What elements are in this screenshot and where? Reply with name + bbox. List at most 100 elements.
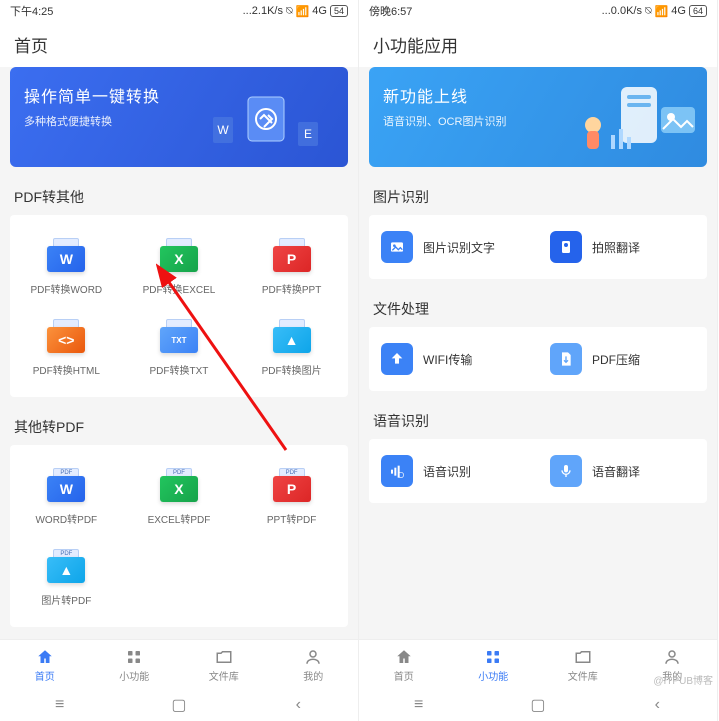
status-signal: 4G (671, 5, 686, 17)
banner-decoration: W E (208, 87, 328, 157)
feature-icon (550, 455, 582, 487)
status-right: ...2.1K/s ⍉ 📶 4G 54 (243, 5, 348, 18)
list-section: WIFI传输 PDF压缩 (369, 327, 707, 391)
banner[interactable]: 新功能上线 语音识别、OCR图片识别 (369, 67, 707, 167)
list-item[interactable]: 语音翻译 (538, 445, 707, 497)
banner[interactable]: 操作简单一键转换 多种格式便捷转换 W E (10, 67, 348, 167)
feature-icon (381, 231, 413, 263)
nav-icon (35, 647, 55, 667)
banner-decoration (551, 79, 701, 159)
grid-item[interactable]: ▲ PDF转换图片 (235, 306, 348, 387)
list-item-label: 语音翻译 (592, 463, 640, 480)
list-item[interactable]: 语音识别 (369, 445, 538, 497)
grid-item-label: PDF转换TXT (150, 362, 209, 377)
list-item[interactable]: WIFI传输 (369, 333, 538, 385)
grid-item[interactable]: <> PDF转换HTML (10, 306, 123, 387)
grid-item[interactable]: X PDF转换EXCEL (123, 225, 236, 306)
nav-icon (124, 647, 144, 667)
status-time: 傍晚6:57 (369, 3, 412, 19)
nav-icon (573, 647, 593, 667)
screen-right: 傍晚6:57 ...0.0K/s ⍉ 📶 4G 64 小功能应用 新功能上线 语… (359, 0, 718, 721)
status-battery: 54 (330, 5, 348, 17)
nav-label: 我的 (303, 668, 323, 683)
list-item-label: 拍照翻译 (592, 239, 640, 256)
nav-label: 首页 (394, 668, 414, 683)
file-icon: PDF W (46, 465, 86, 505)
nav-item[interactable]: 文件库 (179, 640, 269, 689)
list-item-label: 语音识别 (423, 463, 471, 480)
grid-item[interactable]: PDF W WORD转PDF (10, 455, 123, 536)
signal-icon: 📶 (655, 5, 669, 18)
grid-item[interactable]: PDF P PPT转PDF (235, 455, 348, 536)
nav-item[interactable]: 小功能 (90, 640, 180, 689)
home-icon[interactable]: ▢ (529, 696, 547, 714)
menu-icon[interactable]: ≡ (51, 696, 69, 714)
list-section: 图片识别文字 拍照翻译 (369, 215, 707, 279)
grid-item-label: PDF转换WORD (30, 281, 102, 296)
section-title: 文件处理 (359, 289, 717, 327)
watermark: @ITPUB博客 (653, 672, 713, 687)
grid-item-label: PDF转换PPT (262, 281, 321, 296)
back-icon[interactable]: ‹ (648, 696, 666, 714)
file-icon: X (159, 235, 199, 275)
nav-item[interactable]: 首页 (359, 640, 449, 689)
file-icon: <> (46, 316, 86, 356)
list-item[interactable]: PDF压缩 (538, 333, 707, 385)
nav-label: 文件库 (209, 668, 239, 683)
nav-item[interactable]: 我的 (269, 640, 359, 689)
system-nav: ≡ ▢ ‹ (359, 689, 717, 721)
no-sound-icon: ⍉ (286, 5, 293, 18)
screen-left: 下午4:25 ...2.1K/s ⍉ 📶 4G 54 首页 操作简单一键转换 多… (0, 0, 359, 721)
section-title: 图片识别 (359, 177, 717, 215)
grid-item[interactable]: TXT PDF转换TXT (123, 306, 236, 387)
svg-text:W: W (217, 123, 229, 137)
content-right: 新功能上线 语音识别、OCR图片识别 图片识别 (359, 67, 717, 639)
grid-pdf-to: W PDF转换WORD X PDF转换EXCEL P PDF转换PPT <> P… (10, 215, 348, 397)
nav-icon (662, 647, 682, 667)
nav-icon (214, 647, 234, 667)
section-title-pdf-to: PDF转其他 (0, 177, 358, 215)
nav-icon (394, 647, 414, 667)
home-icon[interactable]: ▢ (170, 696, 188, 714)
nav-item[interactable]: 小功能 (449, 640, 539, 689)
grid-item[interactable]: PDF ▲ 图片转PDF (10, 536, 123, 617)
file-icon: P (272, 235, 312, 275)
section-title: 语音识别 (359, 401, 717, 439)
nav-icon (483, 647, 503, 667)
file-icon: ▲ (272, 316, 312, 356)
grid-item-label: EXCEL转PDF (148, 511, 211, 526)
status-bar: 下午4:25 ...2.1K/s ⍉ 📶 4G 54 (0, 0, 358, 22)
grid-item[interactable]: P PDF转换PPT (235, 225, 348, 306)
feature-icon (381, 343, 413, 375)
status-net: ...0.0K/s (602, 5, 642, 17)
nav-item[interactable]: 首页 (0, 640, 90, 689)
list-item-label: WIFI传输 (423, 351, 472, 368)
nav-label: 小功能 (119, 668, 149, 683)
nav-item[interactable]: 文件库 (538, 640, 628, 689)
grid-item-label: PDF转换EXCEL (143, 281, 216, 296)
feature-icon (550, 343, 582, 375)
nav-label: 文件库 (568, 668, 598, 683)
status-signal: 4G (312, 5, 327, 17)
grid-item[interactable]: PDF X EXCEL转PDF (123, 455, 236, 536)
file-icon: W (46, 235, 86, 275)
list-item-label: PDF压缩 (592, 351, 640, 368)
page-title: 小功能应用 (359, 22, 717, 67)
grid-to-pdf: PDF W WORD转PDF PDF X EXCEL转PDF PDF P PPT… (10, 445, 348, 627)
back-icon[interactable]: ‹ (289, 696, 307, 714)
menu-icon[interactable]: ≡ (410, 696, 428, 714)
feature-icon (381, 455, 413, 487)
status-net: ...2.1K/s (243, 5, 283, 17)
page-title: 首页 (0, 22, 358, 67)
svg-text:E: E (304, 127, 312, 141)
grid-item-label: PDF转换HTML (33, 362, 100, 377)
grid-item-label: WORD转PDF (35, 511, 97, 526)
list-item[interactable]: 图片识别文字 (369, 221, 538, 273)
content-left: 操作简单一键转换 多种格式便捷转换 W E PDF转其他 W PDF转换WORD… (0, 67, 358, 639)
grid-item[interactable]: W PDF转换WORD (10, 225, 123, 306)
nav-label: 小功能 (478, 668, 508, 683)
no-sound-icon: ⍉ (645, 5, 652, 18)
list-item[interactable]: 拍照翻译 (538, 221, 707, 273)
bottom-nav: 首页 小功能 文件库 我的 (0, 639, 358, 689)
file-icon: PDF P (272, 465, 312, 505)
